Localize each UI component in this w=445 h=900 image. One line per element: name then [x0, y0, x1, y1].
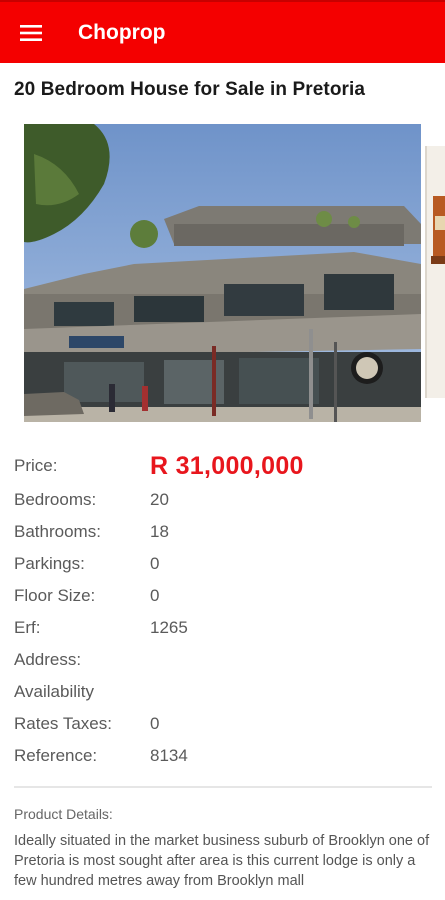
app-bar: Choprop: [0, 0, 445, 63]
spec-value: 0: [150, 586, 160, 605]
spec-label: Bedrooms:: [14, 490, 97, 509]
spec-value: 0: [150, 714, 160, 733]
spec-value: 0: [150, 554, 160, 573]
spec-label: Bathrooms:: [14, 522, 101, 541]
app-title: Choprop: [78, 20, 166, 44]
price-value: R 31,000,000: [150, 451, 304, 480]
spec-row-bedrooms: Bedrooms: 20: [14, 484, 424, 516]
spec-label: Erf:: [14, 618, 41, 637]
spec-label: Floor Size:: [14, 586, 96, 605]
spec-label: Reference:: [14, 746, 98, 765]
spec-value: 18: [150, 522, 169, 541]
property-photo-main[interactable]: [24, 124, 421, 422]
property-photo-next[interactable]: [425, 146, 445, 398]
spec-value: 8134: [150, 746, 188, 765]
photo-gallery[interactable]: [0, 124, 445, 422]
hamburger-menu-icon: [20, 24, 42, 41]
product-details-text: Ideally situated in the market business …: [14, 833, 430, 889]
spec-label: Parkings:: [14, 554, 85, 573]
property-specs: Price: R 31,000,000 Bedrooms: 20 Bathroo…: [14, 448, 424, 772]
spec-row-rates-taxes: Rates Taxes: 0: [14, 708, 424, 740]
listing-title: 20 Bedroom House for Sale in Pretoria: [14, 79, 366, 100]
spec-label: Price:: [14, 456, 58, 475]
spec-label: Availability: [14, 682, 95, 701]
product-details-heading: Product Details:: [14, 806, 113, 822]
spec-row-erf: Erf: 1265: [14, 612, 424, 644]
spec-row-price: Price: R 31,000,000: [14, 448, 424, 484]
spec-label: Address:: [14, 650, 82, 669]
spec-value: 20: [150, 490, 169, 509]
spec-row-bathrooms: Bathrooms: 18: [14, 516, 424, 548]
spec-row-reference: Reference: 8134: [14, 740, 424, 772]
menu-button[interactable]: [0, 2, 62, 63]
spec-label: Rates Taxes:: [14, 714, 112, 733]
section-divider: [14, 786, 432, 788]
spec-value: 1265: [150, 618, 188, 637]
spec-row-address: Address:: [14, 644, 424, 676]
street-view-commercial-building-photo: [24, 124, 421, 422]
spec-row-parkings: Parkings: 0: [14, 548, 424, 580]
spec-row-floor-size: Floor Size: 0: [14, 580, 424, 612]
spec-row-availability: Availability: [14, 676, 424, 708]
next-property-photo: [425, 146, 445, 398]
